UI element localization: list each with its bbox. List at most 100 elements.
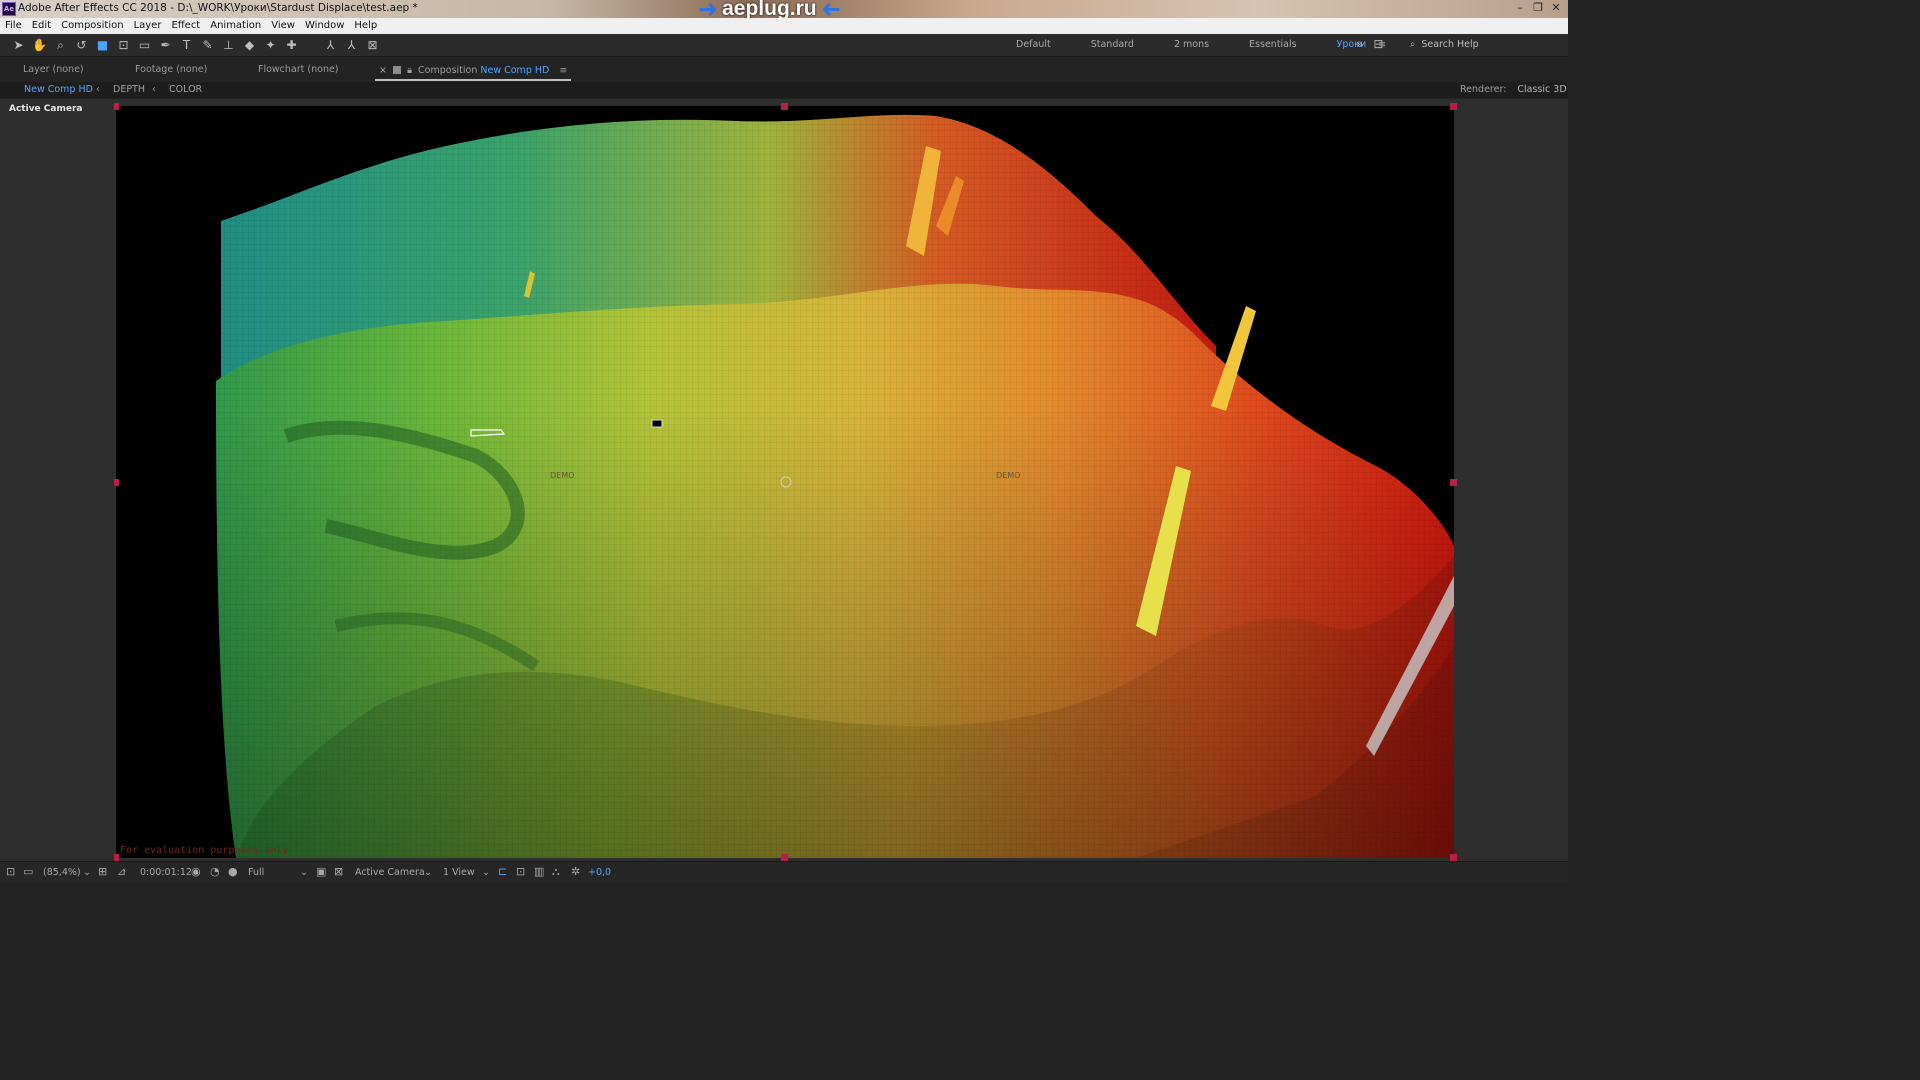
menu-layer[interactable]: Layer (129, 18, 167, 34)
zoom-level[interactable]: (85,4%) (43, 867, 81, 878)
menu-animation[interactable]: Animation (205, 18, 266, 34)
frame-handle-top-left[interactable] (114, 103, 119, 110)
active-camera-label: Active Camera (9, 104, 83, 114)
transparency-grid-icon[interactable]: ⊠ (334, 865, 343, 878)
always-preview-icon[interactable]: ⊡ (6, 865, 15, 878)
selection-tool-icon[interactable]: ➤ (10, 37, 27, 53)
after-effects-icon: Ae (2, 2, 16, 16)
close-button[interactable]: ✕ (1548, 1, 1564, 15)
tab-composition[interactable]: × 🔒︎ Composition New Comp HD ≡ (375, 61, 572, 81)
more-workspaces-icon[interactable]: » (1356, 37, 1363, 51)
brand-watermark: ➜ aeplug.ru ➜ (698, 0, 841, 23)
frame-handle-bottom-left[interactable] (114, 854, 119, 861)
evaluation-watermark: For evaluation purposes only (120, 845, 289, 856)
camera-view-select[interactable]: Active Camera (355, 867, 425, 878)
flowchart-icon[interactable]: ⛬ (552, 865, 560, 879)
workspace-switcher: Default Standard 2 mons Essentials Уроки… (1016, 39, 1400, 50)
local-axis-icon[interactable]: ⅄ (322, 37, 339, 53)
renderer-info[interactable]: Renderer: Classic 3D (1460, 84, 1567, 95)
close-tab-icon[interactable]: × (379, 65, 387, 76)
search-help[interactable]: ⌕ Search Help (1410, 39, 1479, 50)
frame-handle-top-center[interactable] (781, 103, 788, 110)
chevron-down-icon[interactable]: ⌄ (83, 867, 91, 878)
breadcrumb-color[interactable]: COLOR (169, 84, 202, 95)
search-icon: ⌕ (1410, 39, 1416, 50)
workspace-default[interactable]: Default (1016, 39, 1051, 50)
fit-frame-icon[interactable]: ⊞ (98, 865, 107, 878)
maximize-button[interactable]: ❐ (1530, 1, 1546, 15)
clone-stamp-tool-icon[interactable]: ⊥ (220, 37, 237, 53)
puppet-pin-tool-icon[interactable]: ✚ (283, 37, 300, 53)
brush-tool-icon[interactable]: ✎ (199, 37, 216, 53)
menu-window[interactable]: Window (300, 18, 349, 34)
tab-flowchart[interactable]: Flowchart (none) (258, 64, 339, 75)
frame-handle-middle-right[interactable] (1450, 479, 1457, 486)
menu-bar: File Edit Composition Layer Effect Anima… (0, 18, 1568, 34)
frame-handle-top-right[interactable] (1450, 103, 1457, 110)
tab-layer[interactable]: Layer (none) (23, 64, 84, 75)
safe-zones-icon[interactable]: ⊿ (117, 865, 126, 878)
chevron-down-icon[interactable]: ⌄ (424, 867, 432, 878)
monitor-icon[interactable]: ▭ (23, 865, 33, 878)
terrain-render (116, 106, 1454, 858)
timeline-icon[interactable]: ▥ (534, 865, 544, 878)
current-time[interactable]: 0:00:01:12 (140, 867, 192, 878)
menu-view[interactable]: View (266, 18, 300, 34)
composition-color-swatch (392, 66, 401, 74)
hand-tool-icon[interactable]: ✋ (31, 37, 48, 53)
menu-composition[interactable]: Composition (56, 18, 128, 34)
composition-frame[interactable]: DEMO DEMO For evaluation purposes only (116, 106, 1454, 858)
chevron-left-icon: ‹ (96, 84, 100, 95)
title-bar: Ae Adobe After Effects CC 2018 - D:\_WOR… (0, 0, 1568, 23)
workspace-essentials[interactable]: Essentials (1249, 39, 1297, 50)
menu-help[interactable]: Help (349, 18, 382, 34)
pan-behind-tool-icon[interactable]: ⊡ (115, 37, 132, 53)
exposure-icon[interactable]: ✲ (571, 865, 580, 878)
menu-effect[interactable]: Effect (166, 18, 205, 34)
chevron-down-icon[interactable]: ⌄ (300, 867, 308, 878)
type-tool-icon[interactable]: T (178, 37, 195, 53)
tab-footage[interactable]: Footage (none) (135, 64, 207, 75)
menu-edit[interactable]: Edit (27, 18, 56, 34)
exposure-value[interactable]: +0,0 (588, 867, 611, 878)
toggle-pixel-aspect-icon[interactable]: ⊏ (498, 865, 507, 878)
breadcrumb-new-comp-hd[interactable]: New Comp HD (24, 84, 93, 95)
zoom-tool-icon[interactable]: ⌕ (52, 37, 69, 53)
color-channels-icon[interactable]: ● (228, 865, 238, 878)
pan-camera-tool-icon[interactable]: ■ (94, 37, 111, 53)
minimize-button[interactable]: – (1512, 1, 1528, 15)
renderer-label: Renderer: (1460, 84, 1507, 95)
lock-icon[interactable]: 🔒︎ (407, 65, 412, 76)
frame-handle-bottom-center[interactable] (781, 854, 788, 861)
orbit-camera-tool-icon[interactable]: ↺ (73, 37, 90, 53)
snapshot-icon[interactable]: ◉ (191, 865, 201, 878)
world-axis-icon[interactable]: ⅄ (343, 37, 360, 53)
composition-viewer[interactable]: DEMO DEMO For evaluation purposes only (114, 99, 1568, 861)
roto-brush-tool-icon[interactable]: ✦ (262, 37, 279, 53)
demo-label: DEMO (996, 471, 1021, 480)
frame-handle-bottom-right[interactable] (1450, 854, 1457, 861)
workspace-standard[interactable]: Standard (1091, 39, 1134, 50)
composition-tab-prefix: Composition (418, 64, 478, 76)
frame-handle-middle-left[interactable] (114, 479, 119, 486)
breadcrumb-depth[interactable]: DEPTH (113, 84, 145, 95)
rectangle-tool-icon[interactable]: ▭ (136, 37, 153, 53)
workspace-2-mons[interactable]: 2 mons (1174, 39, 1209, 50)
renderer-value: Classic 3D (1517, 84, 1567, 95)
pen-tool-icon[interactable]: ✒ (157, 37, 174, 53)
tools-toolbar: ➤ ✋ ⌕ ↺ ■ ⊡ ▭ ✒ T ✎ ⊥ ◆ ✦ ✚ ⅄ ⅄ ⊠ Defaul… (0, 34, 1568, 57)
view-axis-icon[interactable]: ⊠ (364, 37, 381, 53)
viewer-pasteboard-left: Active Camera (0, 99, 114, 861)
chevron-down-icon[interactable]: ⌄ (482, 867, 490, 878)
region-of-interest-icon[interactable]: ▣ (316, 865, 326, 878)
arrow-right-icon: ➜ (698, 0, 719, 23)
view-layout-select[interactable]: 1 View (443, 867, 475, 878)
menu-file[interactable]: File (0, 18, 27, 34)
show-snapshot-icon[interactable]: ◔ (210, 865, 220, 878)
composition-tab-name: New Comp HD (480, 64, 550, 76)
panel-menu-icon[interactable]: ≡ (559, 65, 567, 76)
resolution-select[interactable]: Full (248, 867, 264, 878)
workspace-layout-icon[interactable]: ⊟ (1373, 37, 1383, 51)
fast-previews-icon[interactable]: ⊡ (516, 865, 525, 878)
eraser-tool-icon[interactable]: ◆ (241, 37, 258, 53)
